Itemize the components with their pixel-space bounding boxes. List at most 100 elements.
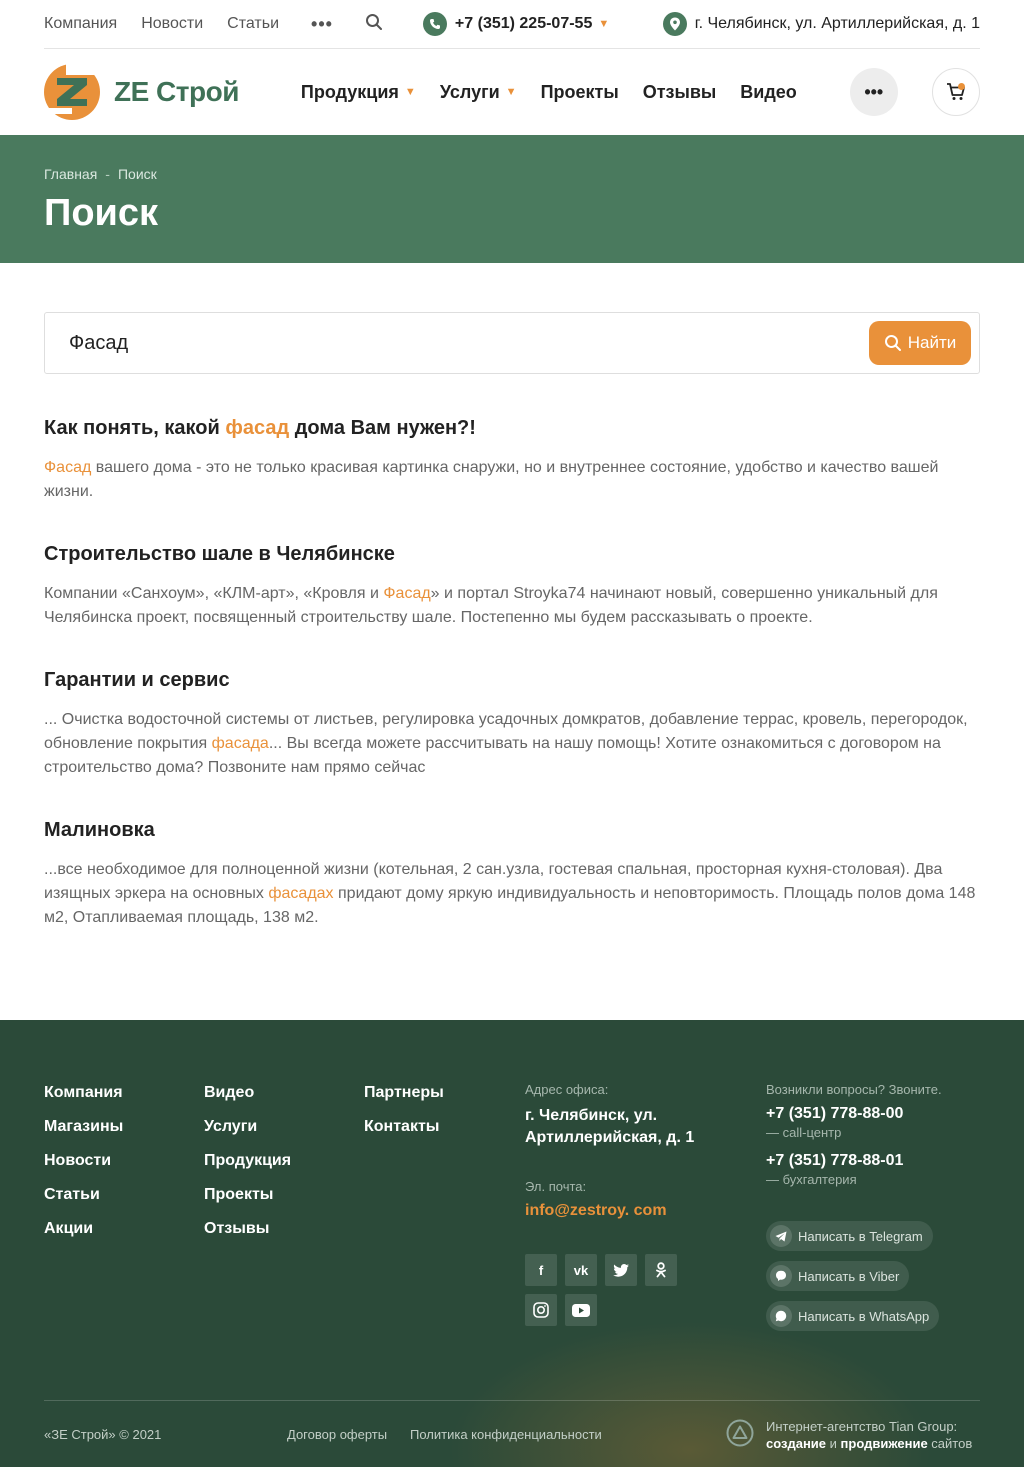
agency-promote-link[interactable]: продвижение	[841, 1436, 928, 1451]
cart-button[interactable]	[932, 68, 980, 116]
top-phone[interactable]: +7 (351) 225-07-55 ▼	[422, 12, 609, 36]
top-address-text: г. Челябинск, ул. Артиллерийская, д. 1	[694, 15, 980, 32]
cart-badge	[958, 83, 965, 90]
phone-icon	[422, 12, 447, 36]
footer-link[interactable]: Партнеры	[364, 1082, 444, 1116]
viber-icon	[770, 1265, 792, 1287]
whatsapp-button[interactable]: Написать в WhatsApp	[766, 1301, 940, 1331]
result-title[interactable]: Строительство шале в Челябинске	[44, 540, 980, 568]
phone-accounting[interactable]: +7 (351) 778-88-01	[766, 1152, 986, 1170]
footer-bottom: «ЗЕ Строй» © 2021 Договор оферты Политик…	[44, 1400, 980, 1467]
footer-link[interactable]: Продукция	[204, 1150, 291, 1184]
footer-link[interactable]: Статьи	[44, 1184, 123, 1218]
more-menu-button[interactable]: •••	[849, 68, 898, 116]
footer-links-col-3: Партнеры Контакты	[364, 1082, 444, 1150]
logo-icon	[44, 64, 100, 120]
questions-label: Возникли вопросы? Звоните.	[766, 1082, 942, 1097]
address-line-1: г. Челябинск, ул.	[525, 1107, 658, 1124]
find-button-label: Найти	[907, 333, 957, 352]
nav-services-label: Услуги	[439, 81, 500, 102]
breadcrumb-home[interactable]: Главная	[44, 166, 97, 182]
chevron-down-icon[interactable]: ▼	[598, 18, 609, 30]
whatsapp-icon	[770, 1305, 792, 1327]
footer-link[interactable]: Проекты	[204, 1184, 291, 1218]
offer-link[interactable]: Договор оферты	[287, 1427, 387, 1442]
viber-button[interactable]: Написать в Viber	[766, 1261, 910, 1291]
footer-link[interactable]: Отзывы	[204, 1218, 291, 1252]
result-title-text: дома Вам нужен?!	[289, 417, 476, 439]
footer-link[interactable]: Видео	[204, 1082, 291, 1116]
result-title-text: Как понять, какой	[44, 417, 226, 439]
footer-link[interactable]: Магазины	[44, 1116, 123, 1150]
privacy-link[interactable]: Политика конфиденциальности	[410, 1427, 602, 1442]
footer: Компания Магазины Новости Статьи Акции В…	[0, 1020, 1024, 1467]
chevron-down-icon: ▼	[505, 86, 517, 98]
agency-sites: сайтов	[927, 1436, 973, 1451]
footer-phones: Возникли вопросы? Звоните. +7 (351) 778-…	[766, 1082, 986, 1331]
whatsapp-button-label: Написать в WhatsApp	[798, 1308, 930, 1324]
address-line-2: Артиллерийская, д. 1	[525, 1129, 695, 1146]
result-highlight: Фасад	[44, 459, 92, 476]
result-snippet: ...все необходимое для полноценной жизни…	[44, 858, 980, 930]
telegram-button-label: Написать в Telegram	[798, 1228, 923, 1244]
youtube-icon[interactable]	[565, 1294, 597, 1326]
top-nav: Компания Новости Статьи	[44, 15, 279, 33]
result-item: Малиновка ...все необходимое для полноце…	[44, 816, 980, 930]
telegram-icon	[770, 1225, 792, 1247]
search-icon[interactable]	[365, 13, 383, 36]
agency-create-link[interactable]: создание	[766, 1436, 826, 1451]
result-item: Гарантии и сервис ... Очистка водосточно…	[44, 666, 980, 780]
top-phone-number[interactable]: +7 (351) 225-07-55	[455, 15, 592, 33]
top-nav-news[interactable]: Новости	[141, 15, 203, 33]
instagram-icon[interactable]	[525, 1294, 557, 1326]
find-button[interactable]: Найти	[869, 321, 971, 365]
vk-icon[interactable]: vk	[565, 1254, 597, 1286]
agency-credit: Интернет-агентство Tian Group: создание …	[766, 1418, 972, 1452]
footer-link[interactable]: Новости	[44, 1150, 123, 1184]
footer-contacts: Адрес офиса: г. Челябинск, ул. Артиллери…	[525, 1082, 745, 1326]
location-pin-icon	[662, 12, 687, 36]
nav-services[interactable]: Услуги ▼	[440, 82, 517, 103]
page-hero: Главная - Поиск Поиск	[0, 135, 1024, 263]
search-icon	[884, 335, 901, 351]
result-title[interactable]: Как понять, какой фасад дома Вам нужен?!	[44, 414, 980, 442]
social-links: f vk	[525, 1254, 745, 1326]
address-label: Адрес офиса:	[525, 1082, 609, 1097]
logo-text: ZE Строй	[114, 76, 239, 107]
top-more-button[interactable]: •••	[311, 14, 333, 35]
nav-products[interactable]: Продукция ▼	[301, 82, 416, 103]
twitter-icon[interactable]	[605, 1254, 637, 1286]
messenger-buttons: Написать в Telegram Написать в Viber Нап…	[766, 1211, 986, 1331]
odnoklassniki-icon[interactable]	[645, 1254, 677, 1286]
telegram-button[interactable]: Написать в Telegram	[766, 1221, 933, 1251]
facebook-icon[interactable]: f	[525, 1254, 557, 1286]
breadcrumb-separator: -	[105, 166, 110, 182]
result-highlight: фасада	[211, 735, 269, 752]
top-nav-articles[interactable]: Статьи	[227, 15, 279, 33]
footer-link[interactable]: Компания	[44, 1082, 123, 1116]
footer-links-col-2: Видео Услуги Продукция Проекты Отзывы	[204, 1082, 291, 1252]
top-bar: Компания Новости Статьи ••• +7 (351) 225…	[44, 0, 980, 49]
top-address: г. Челябинск, ул. Артиллерийская, д. 1	[662, 12, 980, 36]
logo[interactable]: ZE Строй	[44, 64, 239, 120]
agency-line-1: Интернет-агентство Tian Group:	[766, 1419, 958, 1434]
main-nav: Продукция ▼ Услуги ▼ Проекты Отзывы Видео	[301, 82, 797, 103]
top-nav-company[interactable]: Компания	[44, 15, 117, 33]
result-title[interactable]: Малиновка	[44, 816, 980, 844]
nav-reviews[interactable]: Отзывы	[643, 82, 717, 103]
result-item: Как понять, какой фасад дома Вам нужен?!…	[44, 414, 980, 504]
result-title[interactable]: Гарантии и сервис	[44, 666, 980, 694]
footer-link[interactable]: Контакты	[364, 1116, 444, 1150]
nav-projects[interactable]: Проекты	[541, 82, 619, 103]
search-form: Найти	[44, 312, 980, 374]
search-input[interactable]	[69, 331, 869, 355]
main-header: ZE Строй Продукция ▼ Услуги ▼ Проекты Отзы…	[44, 49, 980, 135]
phone-call-center[interactable]: +7 (351) 778-88-00	[766, 1105, 986, 1123]
result-item: Строительство шале в Челябинске Компании…	[44, 540, 980, 630]
footer-link[interactable]: Акции	[44, 1218, 123, 1252]
email-link[interactable]: info@zestroy. com	[525, 1202, 745, 1220]
phone-accounting-note: — бухгалтерия	[766, 1172, 857, 1187]
footer-link[interactable]: Услуги	[204, 1116, 291, 1150]
agency-logo-icon[interactable]	[726, 1419, 754, 1450]
nav-video[interactable]: Видео	[740, 82, 797, 103]
